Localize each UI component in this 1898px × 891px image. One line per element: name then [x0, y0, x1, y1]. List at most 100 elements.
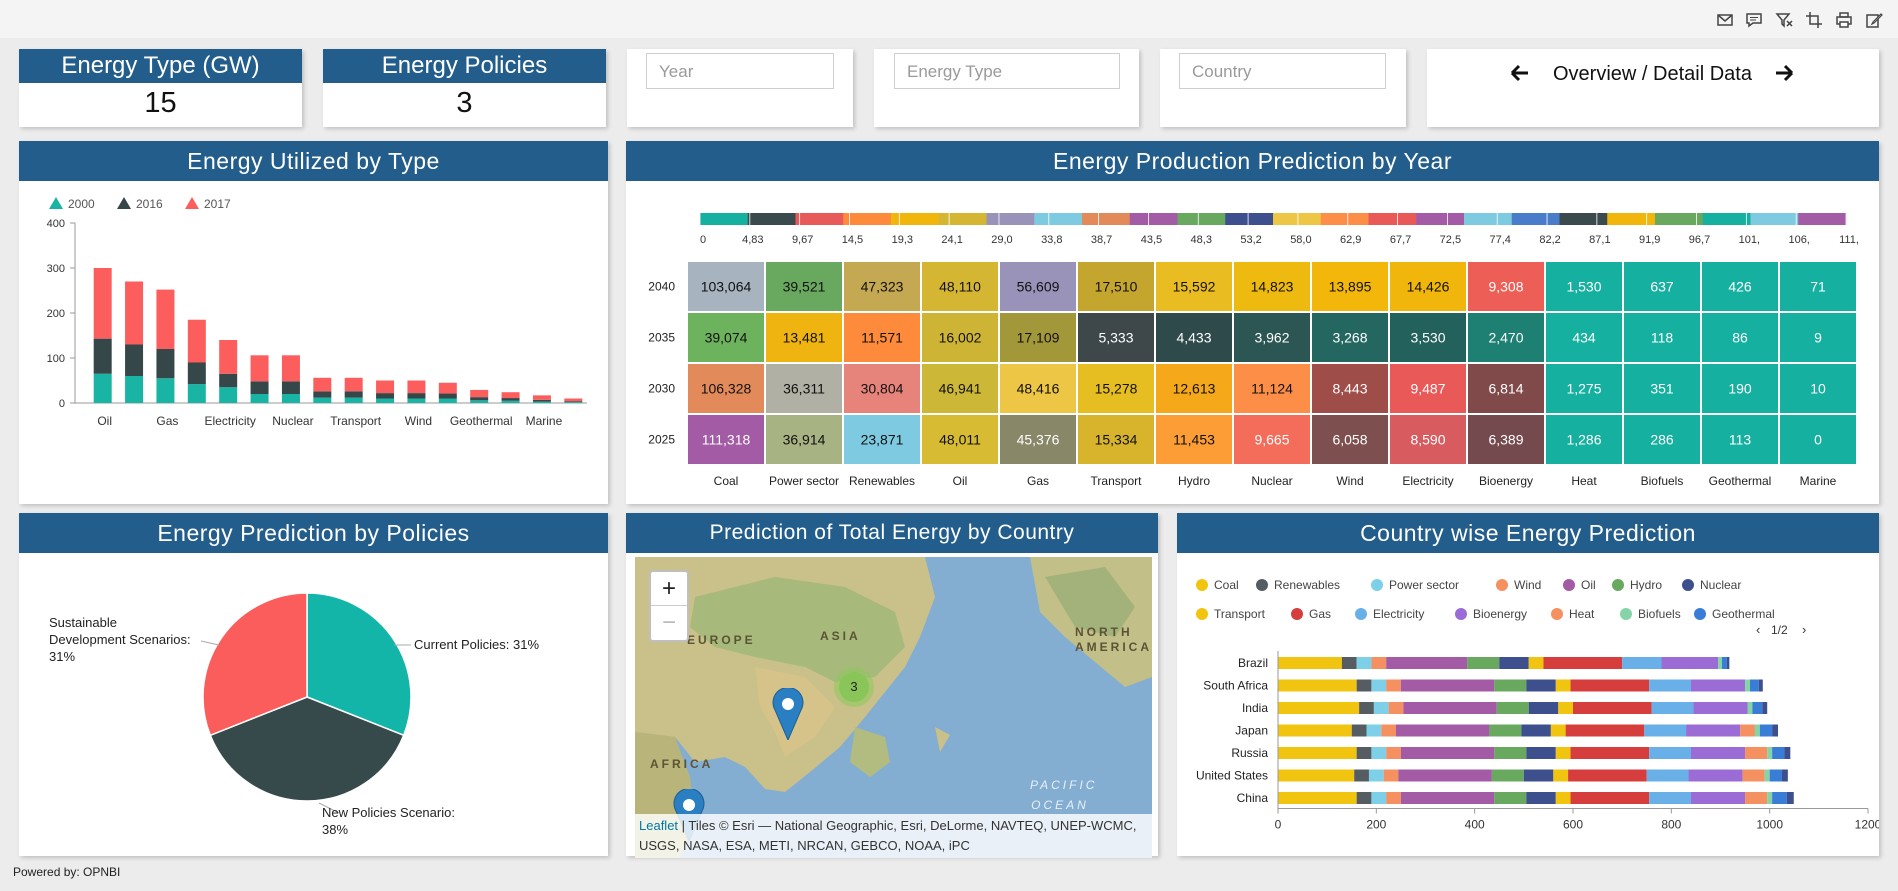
edit-icon[interactable] [1865, 11, 1883, 29]
bar-segment [470, 389, 489, 398]
colorscale-tick-label: 87,1 [1589, 234, 1610, 246]
leaflet-link[interactable]: Leaflet [639, 818, 678, 833]
zoom-in-button[interactable]: + [651, 572, 687, 606]
bar-segment [1781, 769, 1788, 782]
heatmap-value: 48,011 [939, 432, 981, 448]
energy-utilized-chart: 2000 2016 2017 0 100 200 300 400 Oil Gas Electrici… [47, 197, 587, 428]
country-filter-input[interactable]: Country [1179, 53, 1386, 89]
bar-segment [1278, 657, 1342, 669]
arrow-left-icon[interactable] [1509, 62, 1531, 84]
heatmap-value: 39,521 [783, 279, 826, 295]
heatmap-column-label: Geothermal [1709, 474, 1772, 488]
heatmap-value: 118 [1651, 330, 1674, 346]
colorscale-segment [1177, 213, 1226, 225]
filter-clear-icon[interactable] [1775, 11, 1793, 29]
y-tick-label: China [1237, 791, 1269, 805]
colorscale-segment [1798, 213, 1847, 225]
bar-segment [1526, 679, 1556, 692]
legend-marker [1291, 608, 1303, 620]
bar-segment [1400, 792, 1495, 804]
heatmap-column-label: Coal [714, 474, 739, 488]
bar-segment [1356, 792, 1372, 804]
colorscale-segment [1559, 213, 1608, 225]
legend-label: Gas [1309, 607, 1331, 621]
heatmap-value: 9,308 [1488, 279, 1523, 295]
energy-type-filter-input[interactable]: Energy Type [894, 53, 1120, 89]
heatmap-column-label: Oil [953, 474, 968, 488]
crop-icon[interactable] [1805, 11, 1823, 29]
heatmap-column-label: Nuclear [1251, 474, 1292, 488]
world-map[interactable]: EUROPE ASIA AFRICA NORTH AMERICA PACIFIC… [635, 557, 1152, 858]
bar-segment [1758, 679, 1763, 692]
heatmap-value: 12,613 [1173, 381, 1216, 397]
bar-segment [313, 391, 332, 398]
bar-segment [1745, 679, 1750, 692]
arrow-right-icon[interactable] [1773, 62, 1795, 84]
bar-segment [1366, 724, 1382, 737]
bar-segment [93, 373, 112, 403]
heatmap-value: 113 [1729, 432, 1752, 448]
heatmap-row-label: 2030 [648, 382, 675, 396]
bar-segment [1691, 747, 1746, 759]
bar-segment [1742, 769, 1765, 782]
bar-segment [1400, 679, 1495, 692]
pie-label: Current Policies: 31% [414, 637, 539, 652]
heatmap-column-label: Gas [1027, 474, 1049, 488]
bar-segment [250, 381, 269, 394]
heatmap-value: 46,941 [939, 381, 982, 397]
colorscale-segment [1511, 213, 1560, 225]
heatmap-column-label: Transport [1091, 474, 1143, 488]
view-toggle-label[interactable]: Overview / Detail Data [1553, 63, 1752, 86]
bar-segment [1573, 702, 1652, 714]
bar-segment [156, 349, 175, 379]
legend-label: Power sector [1389, 578, 1459, 592]
heatmap-value: 71 [1810, 279, 1826, 295]
heatmap-value: 13,481 [783, 330, 826, 346]
heatmap-value: 190 [1728, 381, 1752, 397]
kpi-value: 3 [456, 87, 473, 119]
colorscale-tick-label: 48,3 [1191, 234, 1212, 246]
bar-segment [1550, 724, 1566, 737]
colorscale-tick-label: 43,5 [1141, 234, 1162, 246]
year-filter-input[interactable]: Year [646, 53, 834, 89]
y-tick-label: 300 [47, 263, 65, 275]
x-tick-label: Marine [526, 414, 563, 428]
bar-segment [564, 398, 583, 402]
heatmap-value: 286 [1650, 432, 1674, 448]
x-tick-label: 200 [1366, 818, 1386, 832]
kpi-value: 15 [144, 87, 177, 119]
heatmap-value: 9,487 [1410, 381, 1445, 397]
legend-marker [1682, 579, 1694, 591]
heatmap-column-label: Biofuels [1641, 474, 1684, 488]
bar-segment [1356, 747, 1372, 759]
x-tick-label: 800 [1661, 818, 1681, 832]
bar-segment [1351, 724, 1367, 737]
heatmap-value: 3,530 [1410, 330, 1445, 346]
mail-icon[interactable] [1716, 11, 1734, 29]
heatmap-row-label: 2025 [648, 433, 675, 447]
bar-segment [1341, 657, 1357, 669]
bar-segment [1693, 702, 1748, 714]
colorscale-segment [1034, 213, 1083, 225]
colorscale-segment [1464, 213, 1513, 225]
legend-label: 2017 [204, 197, 231, 211]
map-pin-icon[interactable] [772, 687, 804, 745]
pie-label: Sustainable Development Scenarios: 31% [49, 615, 191, 664]
bar-segment [1622, 657, 1662, 669]
bar-segment [1278, 679, 1357, 692]
zoom-out-button[interactable]: − [651, 606, 687, 639]
bar-segment [187, 362, 206, 385]
bar-segment [219, 373, 238, 388]
x-tick-label: 1200 [1855, 818, 1879, 832]
bar-segment [1386, 679, 1401, 692]
colorscale-segment [1320, 213, 1369, 225]
print-icon[interactable] [1835, 11, 1853, 29]
bar-segment [1494, 747, 1527, 759]
heatmap-value: 434 [1572, 330, 1596, 346]
comment-icon[interactable] [1745, 11, 1763, 29]
marker-cluster[interactable]: 3 [834, 667, 874, 707]
bar-segment [438, 393, 457, 399]
bar-segment [250, 394, 269, 403]
bar-segment [501, 400, 520, 403]
colorscale-tick-label: 0 [700, 234, 706, 246]
